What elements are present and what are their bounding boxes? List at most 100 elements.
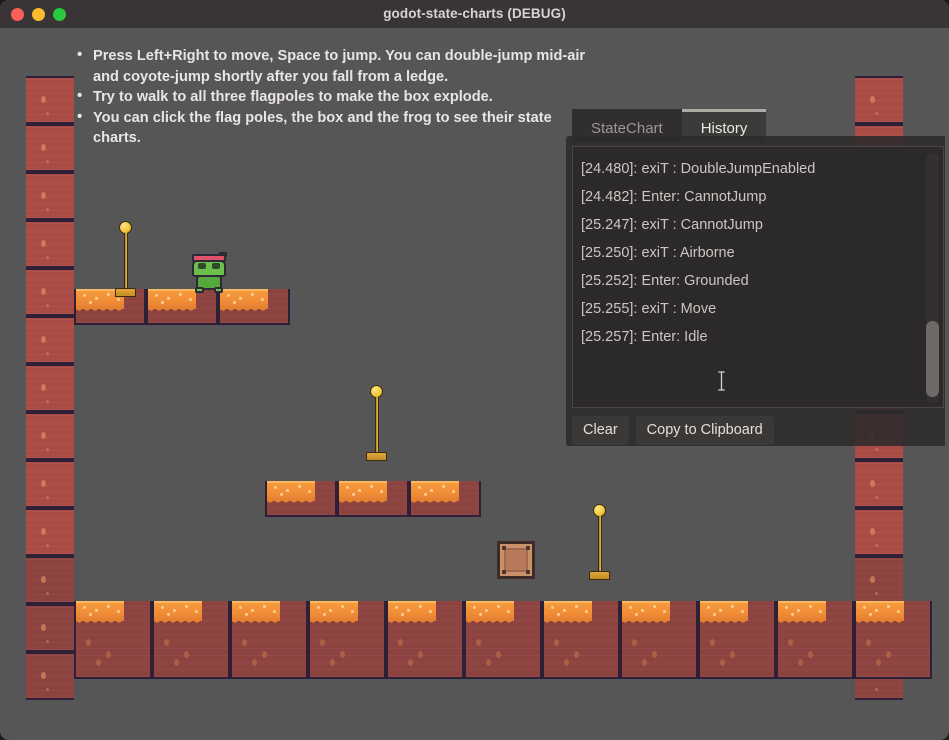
history-log-entry: [24.482]: Enter: CannotJump: [581, 189, 767, 205]
ground-tile-10: [854, 601, 932, 679]
lava-sparkle: [897, 610, 900, 613]
lava-sparkle: [189, 298, 192, 301]
lava-sparkle: [563, 609, 566, 612]
rock-speck: [106, 651, 111, 658]
lava-sparkle: [358, 489, 361, 492]
rock-speck: [554, 639, 559, 646]
brick-speck: [875, 688, 878, 691]
lava-sparkle: [280, 493, 283, 496]
rock-speck: [496, 651, 501, 658]
lava-sparkle: [370, 485, 373, 488]
lava-sparkle: [346, 486, 349, 489]
lava-sparkle: [195, 610, 198, 613]
lava-sparkle: [239, 297, 242, 300]
brick-speck: [41, 192, 46, 199]
lava-drips: [267, 499, 315, 508]
lava-sparkle: [155, 294, 158, 297]
lava-sparkle: [329, 609, 332, 612]
brick-speck: [870, 528, 875, 535]
ground-tile-7: [620, 601, 698, 679]
lava-sparkle: [473, 606, 476, 609]
lava-sparkle: [430, 489, 433, 492]
brick-speck: [41, 384, 46, 391]
lava-sparkle: [173, 609, 176, 612]
lava-sparkle: [663, 610, 666, 613]
ground-tile-3: [308, 601, 386, 679]
rock-speck: [164, 639, 169, 646]
lava-sparkle: [401, 613, 404, 616]
lava-sparkle: [117, 298, 120, 301]
lava-drips: [411, 499, 459, 508]
lava-sparkle: [641, 609, 644, 612]
lava-sparkle: [785, 606, 788, 609]
lava-sparkle: [167, 297, 170, 300]
lava-sparkle: [245, 613, 248, 616]
crate-inner-panel: [504, 548, 528, 572]
history-log-box[interactable]: [24.480]: exiT : DoubleJumpEnabled [24.48…: [572, 146, 944, 408]
explosive-box[interactable]: [497, 541, 535, 579]
ground-tile-5: [464, 601, 542, 679]
rock-speck: [184, 651, 189, 658]
history-log-entry: [25.250]: exiT : Airborne: [581, 245, 735, 261]
lava-sparkle: [875, 609, 878, 612]
brick-speck: [46, 544, 49, 547]
lava-sparkle: [635, 613, 638, 616]
history-log-entry: [25.252]: Enter: Grounded: [581, 273, 749, 289]
lava-sparkle: [117, 610, 120, 613]
lava-sparkle: [424, 493, 427, 496]
wall-brick-tile: [26, 460, 74, 508]
history-scrollbar-thumb[interactable]: [926, 321, 939, 397]
rock-speck: [174, 659, 179, 666]
lava-sparkle: [551, 606, 554, 609]
lava-sparkle: [797, 609, 800, 612]
history-log-list: [24.480]: exiT : DoubleJumpEnabled [24.48…: [581, 155, 923, 351]
ground-tile-4: [386, 601, 464, 679]
lava-sparkle: [707, 606, 710, 609]
rock-speck: [876, 659, 881, 666]
lava-sparkle: [95, 609, 98, 612]
wall-brick-tile: [26, 604, 74, 652]
brick-speck: [46, 400, 49, 403]
rock-speck: [86, 639, 91, 646]
flagpole-shaft: [374, 397, 379, 459]
lava-sparkle: [557, 613, 560, 616]
brick-speck: [46, 688, 49, 691]
lava-sparkle: [308, 490, 311, 493]
crate-nail: [526, 570, 530, 574]
rock-speck: [798, 659, 803, 666]
wall-brick-tile: [26, 124, 74, 172]
history-log-entry: [25.247]: exiT : CannotJump: [581, 217, 763, 233]
lava-sparkle: [442, 485, 445, 488]
lava-sparkle: [497, 605, 500, 608]
frog-character[interactable]: [190, 251, 228, 293]
rock-speck: [340, 651, 345, 658]
brick-speck: [41, 480, 46, 487]
brick-speck: [46, 496, 49, 499]
rock-speck: [866, 639, 871, 646]
wall-brick-tile: [855, 460, 903, 508]
window-title: godot-state-charts (DEBUG): [383, 6, 566, 21]
game-viewport[interactable]: Press Left+Right to move, Space to jump.…: [4, 31, 945, 736]
brick-speck: [46, 304, 49, 307]
history-scrollbar[interactable]: [926, 153, 939, 403]
rock-speck: [642, 659, 647, 666]
title-bar: godot-state-charts (DEBUG): [0, 0, 949, 28]
lava-sparkle: [485, 609, 488, 612]
lava-sparkle: [341, 605, 344, 608]
clear-button[interactable]: Clear: [572, 416, 629, 445]
rock-speck: [476, 639, 481, 646]
brick-speck: [46, 640, 49, 643]
lava-sparkle: [323, 613, 326, 616]
brick-speck: [875, 496, 878, 499]
brick-speck: [870, 96, 875, 103]
platform-tile-upper-2: [218, 289, 290, 325]
copy-to-clipboard-button[interactable]: Copy to Clipboard: [635, 416, 774, 445]
lava-drips: [154, 619, 202, 628]
lava-drips: [220, 307, 268, 316]
flagpole-base: [366, 452, 387, 461]
brick-speck: [46, 592, 49, 595]
lava-sparkle: [233, 301, 236, 304]
lava-sparkle: [452, 490, 455, 493]
lava-drips: [700, 619, 748, 628]
rock-speck: [720, 659, 725, 666]
